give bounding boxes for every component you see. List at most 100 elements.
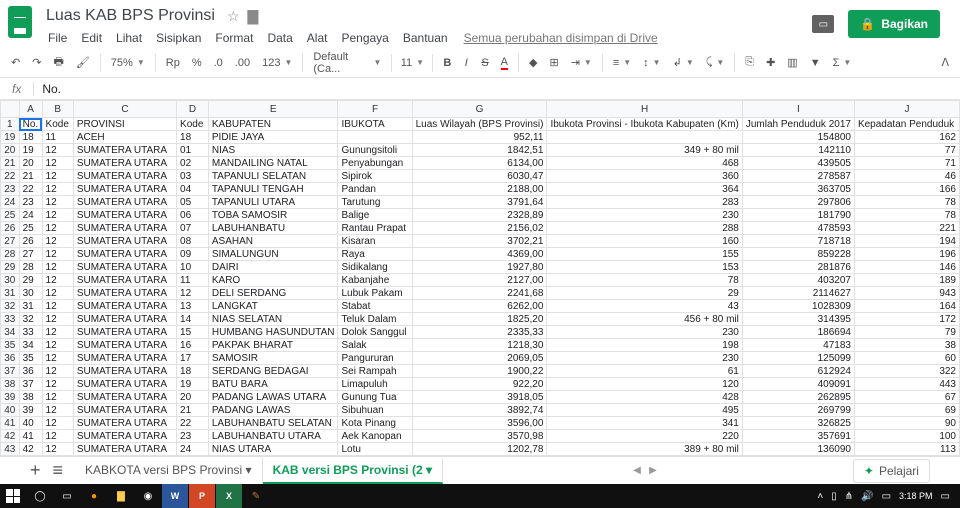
font-select[interactable]: Default (Ca...▼ xyxy=(308,48,386,78)
row-header[interactable]: 29 xyxy=(1,261,20,274)
cell[interactable]: Luas Wilayah (BPS Provinsi) xyxy=(412,118,547,131)
cell[interactable]: 19 xyxy=(19,144,42,157)
menu-sisipkan[interactable]: Sisipkan xyxy=(150,28,207,48)
insert-chart-button[interactable]: ▥ xyxy=(782,53,802,72)
cell[interactable]: 21 xyxy=(177,404,209,417)
column-header[interactable]: G xyxy=(412,101,547,118)
search-icon[interactable]: ◯ xyxy=(27,484,53,508)
row-header[interactable]: 42 xyxy=(1,430,20,443)
cell[interactable]: 922,20 xyxy=(412,378,547,391)
formula-input[interactable]: No. xyxy=(34,82,69,96)
increase-decimals-button[interactable]: .00 xyxy=(230,54,255,72)
cell[interactable]: 28 xyxy=(19,261,42,274)
merge-button[interactable]: ⇥▼ xyxy=(566,53,597,72)
sheets-logo-icon[interactable] xyxy=(8,6,32,38)
cell[interactable]: Kota Pinang xyxy=(338,417,412,430)
row-header[interactable]: 1 xyxy=(1,118,20,131)
cell[interactable]: SUMATERA UTARA xyxy=(73,339,176,352)
cell[interactable]: 2069,05 xyxy=(412,352,547,365)
row-header[interactable]: 28 xyxy=(1,248,20,261)
cell[interactable]: 166 xyxy=(854,183,959,196)
cell[interactable]: 24 xyxy=(177,443,209,456)
cell[interactable]: 42 xyxy=(19,443,42,456)
cell[interactable]: 36 xyxy=(19,365,42,378)
cell[interactable]: 78 xyxy=(854,209,959,222)
cell[interactable]: SAMOSIR xyxy=(208,352,338,365)
row-header[interactable]: 20 xyxy=(1,144,20,157)
cell[interactable]: 473,73 xyxy=(412,456,547,457)
sheet-tab[interactable]: KAB versi BPS Provinsi (2 ▾ xyxy=(263,458,443,484)
start-button[interactable] xyxy=(0,484,26,508)
cell[interactable]: 1028309 xyxy=(742,300,854,313)
cell[interactable]: IBUKOTA xyxy=(338,118,412,131)
cell[interactable]: 1927,80 xyxy=(412,261,547,274)
cell[interactable]: Tarutung xyxy=(338,196,412,209)
insert-comment-button[interactable]: ✚ xyxy=(761,53,780,72)
cell[interactable]: 26 xyxy=(19,235,42,248)
comments-icon[interactable]: ▭ xyxy=(812,15,834,33)
cell[interactable]: 71 xyxy=(854,157,959,170)
cell[interactable]: SUMATERA UTARA xyxy=(73,222,176,235)
cell[interactable]: SUMATERA UTARA xyxy=(73,430,176,443)
cell[interactable]: 3791,64 xyxy=(412,196,547,209)
decrease-decimals-button[interactable]: .0 xyxy=(209,54,228,72)
volume-icon[interactable]: 🔊 xyxy=(861,491,873,502)
cell[interactable]: 43 xyxy=(19,456,42,457)
cell[interactable]: 1842,51 xyxy=(412,144,547,157)
cell[interactable]: 01 xyxy=(177,144,209,157)
app-icon[interactable]: ✎ xyxy=(243,484,269,508)
cell[interactable]: Aek Kanopan xyxy=(338,430,412,443)
cell[interactable]: 230 xyxy=(547,352,742,365)
more-formats-button[interactable]: 123▼ xyxy=(257,54,297,72)
cell[interactable]: 39 xyxy=(19,404,42,417)
cell[interactable]: 35 xyxy=(19,352,42,365)
cell[interactable]: SUMATERA UTARA xyxy=(73,443,176,456)
cell[interactable]: 363705 xyxy=(742,183,854,196)
cell[interactable]: 18 xyxy=(177,131,209,144)
cell[interactable]: PAKPAK BHARAT xyxy=(208,339,338,352)
cell[interactable]: 18 xyxy=(19,131,42,144)
cell[interactable]: 07 xyxy=(177,222,209,235)
cell[interactable]: 409091 xyxy=(742,378,854,391)
cell[interactable]: 11 xyxy=(42,131,73,144)
cell[interactable]: 32 xyxy=(19,313,42,326)
cell[interactable]: SUMATERA UTARA xyxy=(73,326,176,339)
row-header[interactable]: 31 xyxy=(1,287,20,300)
cell[interactable]: 943 xyxy=(854,287,959,300)
cell[interactable]: 40 xyxy=(19,417,42,430)
cell[interactable]: SUMATERA UTARA xyxy=(73,378,176,391)
bold-button[interactable]: B xyxy=(438,54,456,72)
cell[interactable]: SUMATERA UTARA xyxy=(73,352,176,365)
borders-button[interactable]: ⊞ xyxy=(544,53,563,72)
cell[interactable]: 12 xyxy=(42,326,73,339)
cell[interactable]: Penyabungan xyxy=(338,157,412,170)
cell[interactable]: NIAS BARAT xyxy=(208,456,338,457)
cell[interactable]: 3918,05 xyxy=(412,391,547,404)
cell[interactable]: 25 xyxy=(19,222,42,235)
cell[interactable]: 262895 xyxy=(742,391,854,404)
cell[interactable]: SUMATERA UTARA xyxy=(73,170,176,183)
cell[interactable]: 364 xyxy=(547,183,742,196)
cell[interactable]: 12 xyxy=(42,196,73,209)
cell[interactable]: 33 xyxy=(19,326,42,339)
cell[interactable]: 23 xyxy=(177,430,209,443)
cell[interactable]: 189 xyxy=(854,274,959,287)
cell[interactable]: TAPANULI SELATAN xyxy=(208,170,338,183)
chrome-icon[interactable]: ◉ xyxy=(135,484,161,508)
cell[interactable]: 443 xyxy=(854,378,959,391)
cell[interactable]: 153 xyxy=(547,261,742,274)
menu-lihat[interactable]: Lihat xyxy=(110,28,148,48)
cell[interactable]: 12 xyxy=(42,404,73,417)
cell[interactable]: Teluk Dalam xyxy=(338,313,412,326)
print-button[interactable]: 🖶 xyxy=(48,50,68,75)
cell[interactable]: 360 xyxy=(547,170,742,183)
cell[interactable]: 160 xyxy=(547,235,742,248)
fill-color-button[interactable]: ◆ xyxy=(524,53,542,72)
cell[interactable]: Kode xyxy=(177,118,209,131)
menu-file[interactable]: File xyxy=(42,28,73,48)
folder-icon[interactable]: ▇ xyxy=(248,8,259,25)
cell[interactable]: LANGKAT xyxy=(208,300,338,313)
cell[interactable]: 12 xyxy=(42,261,73,274)
cell[interactable]: 171 xyxy=(854,456,959,457)
cell[interactable]: 230 xyxy=(547,326,742,339)
